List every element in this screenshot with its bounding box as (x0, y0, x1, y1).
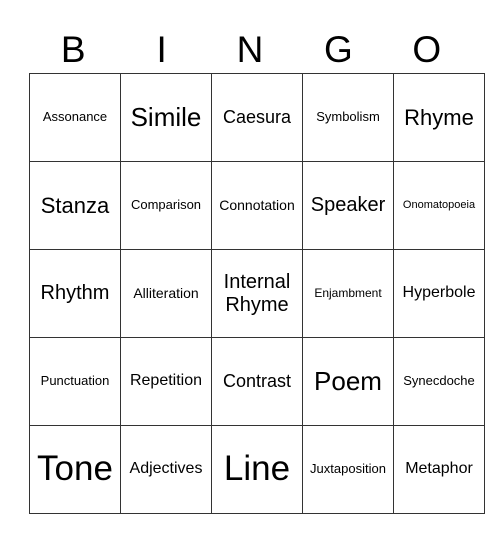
bingo-cell: Speaker (302, 161, 394, 250)
bingo-cell: Contrast (211, 337, 303, 426)
bingo-cell: Caesura (211, 73, 303, 162)
bingo-cell: Rhyme (393, 73, 485, 162)
bingo-cell: Stanza (29, 161, 121, 250)
header-letter-n: N (236, 29, 264, 70)
bingo-cell: Punctuation (29, 337, 121, 426)
bingo-cell: Synecdoche (393, 337, 485, 426)
bingo-cell: Adjectives (120, 425, 212, 514)
header-letter-i: I (156, 29, 167, 70)
bingo-cell: Assonance (29, 73, 121, 162)
bingo-cell: Enjambment (302, 249, 394, 338)
bingo-header: B I N G O (29, 28, 471, 72)
bingo-cell: Tone (29, 425, 121, 514)
header-letter-b: B (60, 29, 86, 70)
bingo-cell: Simile (120, 73, 212, 162)
bingo-row: Rhythm Alliteration Internal Rhyme Enjam… (29, 249, 485, 338)
bingo-row: Tone Adjectives Line Juxtaposition Metap… (29, 425, 485, 514)
bingo-row: Assonance Simile Caesura Symbolism Rhyme (29, 73, 485, 162)
bingo-cell: Hyperbole (393, 249, 485, 338)
bingo-cell: Line (211, 425, 303, 514)
bingo-cell: Internal Rhyme (211, 249, 303, 338)
bingo-row: Punctuation Repetition Contrast Poem Syn… (29, 337, 485, 426)
bingo-cell: Rhythm (29, 249, 121, 338)
bingo-card-grid: Assonance Simile Caesura Symbolism Rhyme… (29, 73, 485, 514)
header-letter-g: G (324, 29, 353, 70)
bingo-row: Stanza Comparison Connotation Speaker On… (29, 161, 485, 250)
bingo-cell: Juxtaposition (302, 425, 394, 514)
bingo-cell: Onomatopoeia (393, 161, 485, 250)
bingo-cell: Comparison (120, 161, 212, 250)
bingo-cell: Symbolism (302, 73, 394, 162)
bingo-cell: Connotation (211, 161, 303, 250)
bingo-cell: Poem (302, 337, 394, 426)
bingo-cell: Alliteration (120, 249, 212, 338)
bingo-cell: Repetition (120, 337, 212, 426)
bingo-cell: Metaphor (393, 425, 485, 514)
header-letter-o: O (412, 29, 442, 70)
